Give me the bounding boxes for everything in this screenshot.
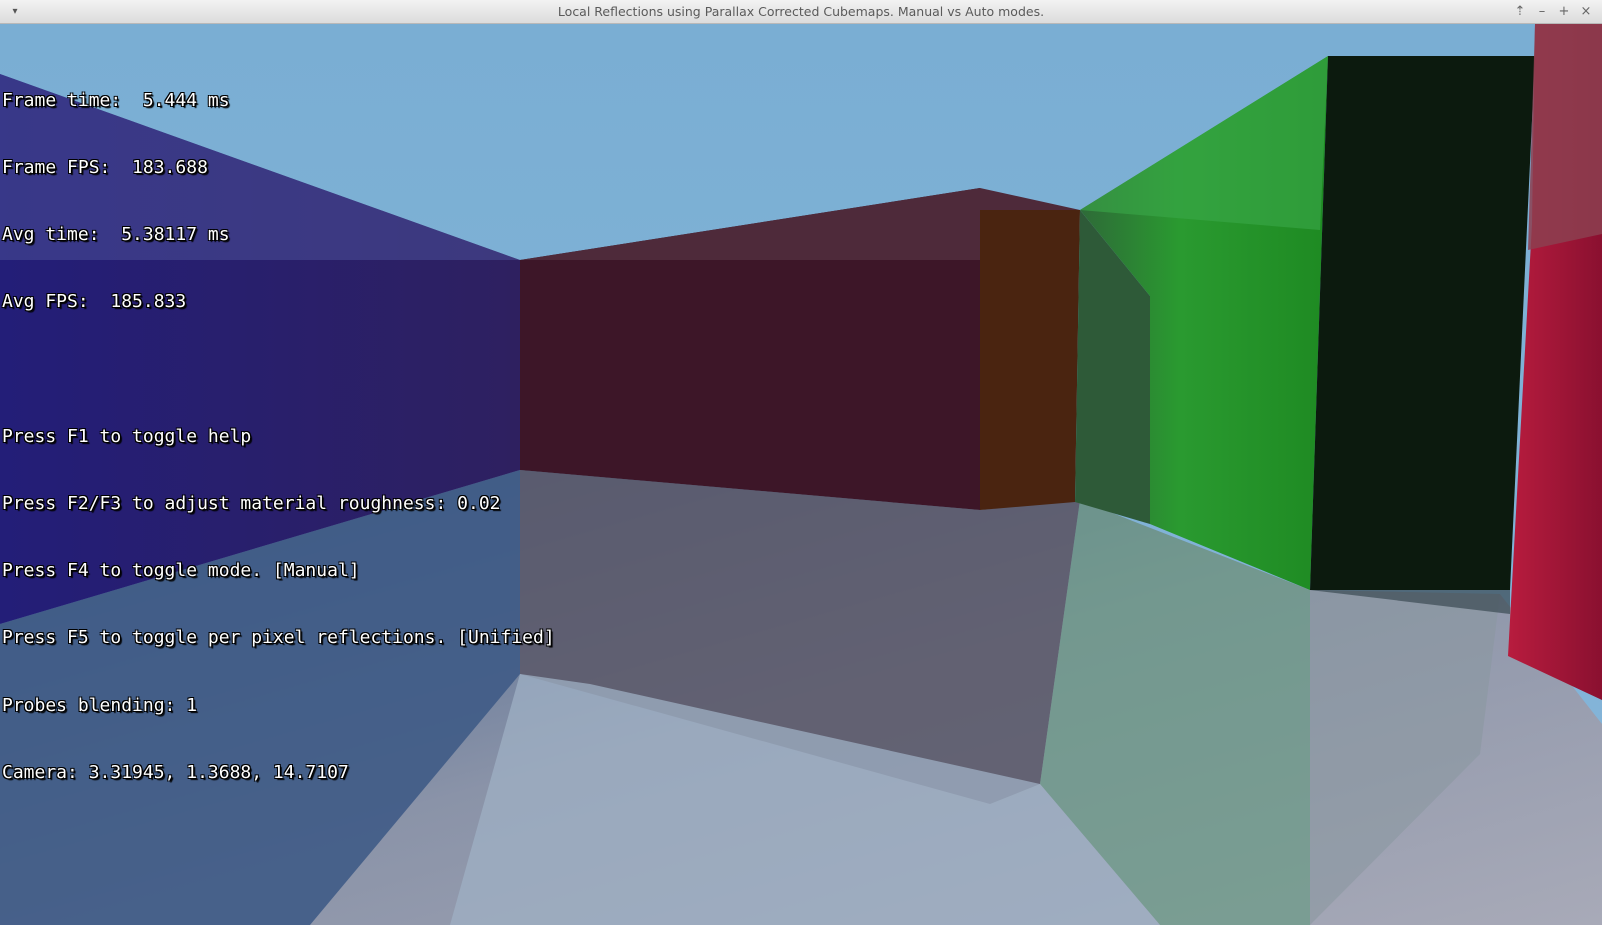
title-bar[interactable]: ▾ Local Reflections using Parallax Corre… [0,0,1602,24]
help-hint: Press F1 to toggle help [2,425,252,447]
hud-spacer [2,359,555,381]
debug-overlay: Frame time: 5.444 ms Frame FPS: 183.688 … [2,45,555,829]
mode-hint: Press F4 to toggle mode. [Manual] [2,560,360,582]
orange-panel [980,210,1080,510]
keep-above-icon[interactable]: ⇡ [1512,4,1528,20]
frame-time: Frame time: 5.444 ms [2,89,230,111]
close-icon[interactable]: × [1578,4,1594,20]
avg-fps: Avg FPS: 185.833 [2,291,187,313]
maximize-icon[interactable]: + [1556,4,1572,20]
avg-time: Avg time: 5.38117 ms [2,224,230,246]
dark-panel [1310,56,1535,590]
window-title: Local Reflections using Parallax Correct… [557,4,1045,19]
minimize-icon[interactable]: – [1534,4,1550,20]
reflections-hint: Press F5 to toggle per pixel reflections… [2,627,555,649]
roughness-hint: Press F2/F3 to adjust material roughness… [2,493,501,515]
probes-blending: Probes blending: 1 [2,694,198,716]
frame-fps: Frame FPS: 183.688 [2,157,208,179]
camera-position: Camera: 3.31945, 1.3688, 14.7107 [2,761,349,783]
app-window: ▾ Local Reflections using Parallax Corre… [0,0,1602,925]
red-wall-top [1528,24,1602,250]
render-viewport[interactable]: Frame time: 5.444 ms Frame FPS: 183.688 … [0,24,1602,925]
